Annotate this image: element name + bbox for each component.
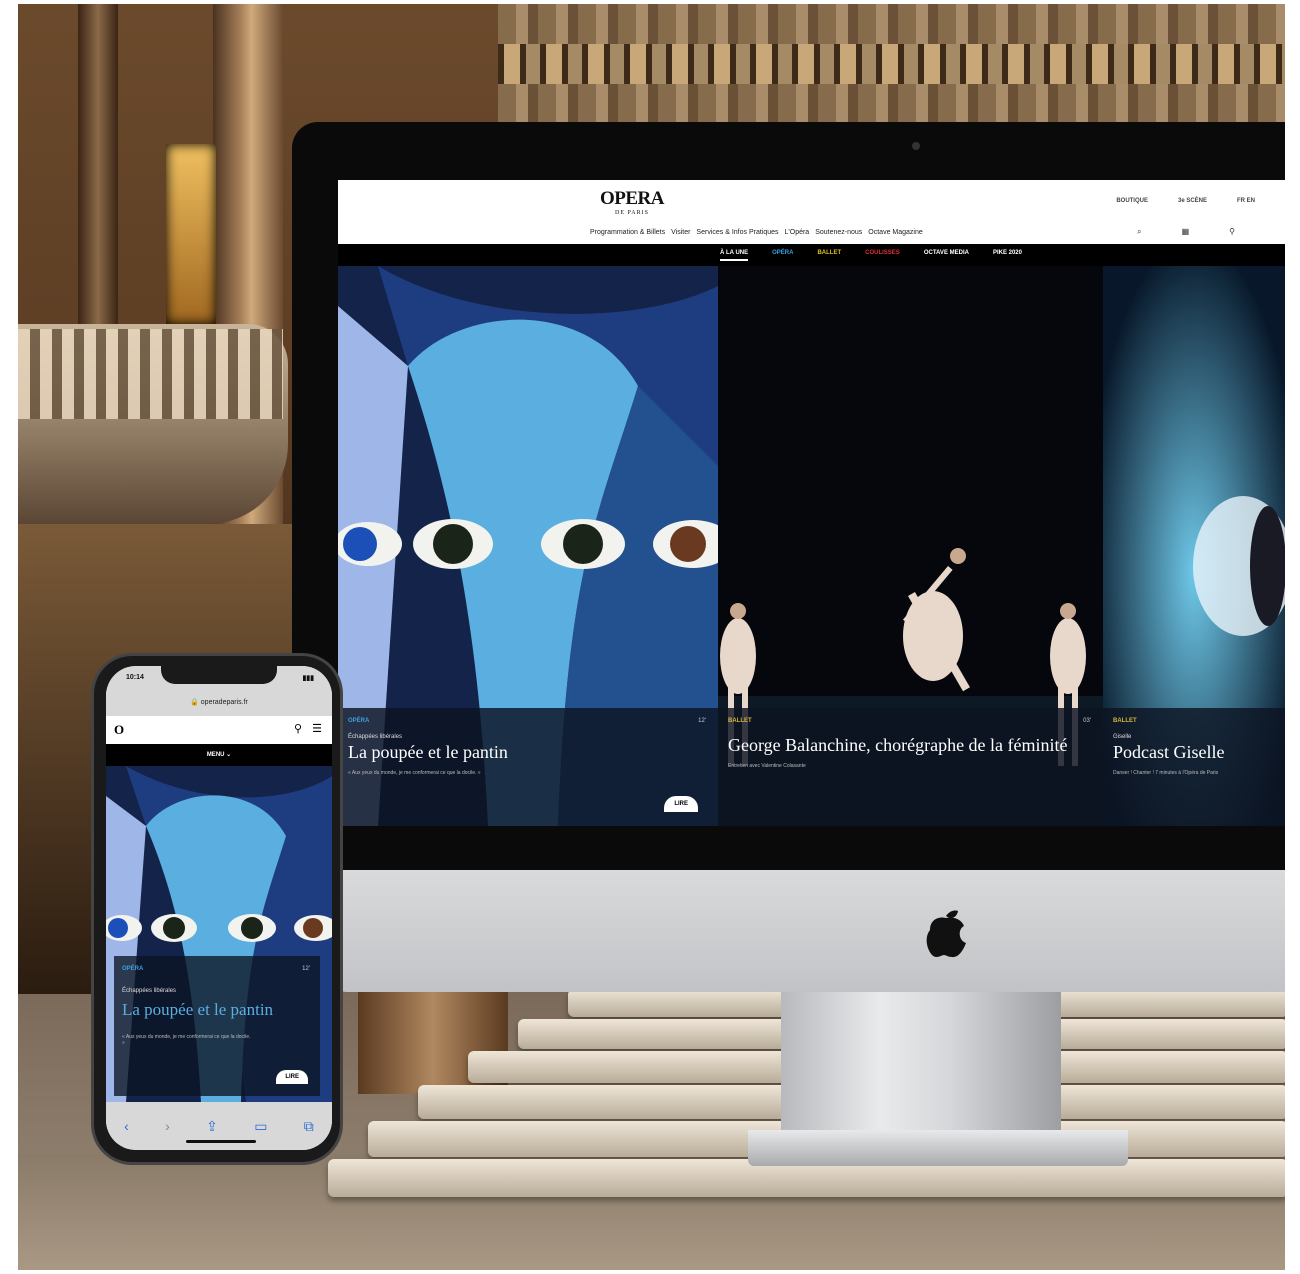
tabs-icon[interactable]: ⧉ xyxy=(304,1118,314,1135)
phone-screen: 10:14 ▮▮▮ 🔒 operadeparis.fr O ⚲ ☰ MENU ⌄ xyxy=(106,666,332,1150)
url-text: operadeparis.fr xyxy=(200,699,248,706)
tab-pike[interactable]: PIKE 2020 xyxy=(993,250,1022,261)
card-title: George Balanchine, chorégraphe de la fém… xyxy=(728,735,1068,755)
photo-scene: OPERA DE PARIS BOUTIQUE 3e SCÈNE FR EN P… xyxy=(18,4,1285,1270)
card-caption: OPÉRA Échappées libérales La poupée et l… xyxy=(338,708,718,826)
status-time: 10:14 xyxy=(126,674,144,681)
lit-window xyxy=(166,144,216,324)
read-time: 12' xyxy=(302,966,310,972)
nav-opera[interactable]: L'Opéra xyxy=(785,229,810,236)
card-quote: « Aux yeux du monde, je me conformerai c… xyxy=(348,770,481,776)
read-button[interactable]: LIRE xyxy=(276,1070,308,1084)
phone-menu-bar[interactable]: MENU ⌄ xyxy=(106,744,332,766)
home-indicator xyxy=(186,1140,256,1143)
phone-card-poupee[interactable]: OPÉRA 12' Échappées libérales La poupée … xyxy=(106,766,332,1102)
card-balanchine[interactable]: BALLET George Balanchine, chorégraphe de… xyxy=(718,266,1103,826)
card-quote: Danser ! Chanter ! 7 minutes à l'Opéra d… xyxy=(1113,770,1219,776)
lock-icon: 🔒 xyxy=(190,699,199,706)
calendar-icon[interactable]: ▦ xyxy=(1182,227,1190,237)
menu-label: MENU xyxy=(206,752,225,758)
logo-subtext: DE PARIS xyxy=(615,210,649,216)
read-time: 03' xyxy=(1083,718,1091,724)
imac-chin xyxy=(332,870,1285,992)
hamburger-icon[interactable]: ☰ xyxy=(312,722,322,735)
top-links: BOUTIQUE 3e SCÈNE FR EN xyxy=(1116,198,1255,204)
card-title: La poupée et le pantin xyxy=(122,1000,274,1019)
phone-logo-icon[interactable]: O xyxy=(114,722,124,738)
link-3e-scene[interactable]: 3e SCÈNE xyxy=(1178,198,1207,204)
nav-services[interactable]: Services & Infos Pratiques xyxy=(696,229,778,236)
card-subtitle: Giselle xyxy=(1113,734,1132,740)
card-caption: BALLET Giselle Podcast Giselle Danser ! … xyxy=(1103,708,1285,826)
imac-stand-base xyxy=(748,1130,1128,1166)
site-header: OPERA DE PARIS BOUTIQUE 3e SCÈNE FR EN P… xyxy=(338,180,1285,244)
link-boutique[interactable]: BOUTIQUE xyxy=(1116,198,1148,204)
category-nav: À LA UNE OPÉRA BALLET COULISSES OCTAVE M… xyxy=(720,250,1022,261)
card-category: BALLET xyxy=(1113,718,1137,724)
card-caption: BALLET George Balanchine, chorégraphe de… xyxy=(718,708,1103,826)
read-time: 12' xyxy=(698,718,706,724)
read-button[interactable]: LIRE xyxy=(664,796,698,812)
imac-stand xyxy=(781,992,1061,1132)
card-category: OPÉRA xyxy=(348,718,370,724)
nav-soutenez[interactable]: Soutenez-nous xyxy=(815,229,862,236)
logo-text: OPERA xyxy=(600,188,665,209)
tab-octave-media[interactable]: OCTAVE MEDIA xyxy=(924,250,969,261)
nav-octave[interactable]: Octave Magazine xyxy=(868,229,922,236)
main-nav: Programmation & Billets Visiter Services… xyxy=(590,229,923,236)
card-subtitle: Échappées libérales xyxy=(122,988,177,994)
card-poupee[interactable]: OPÉRA Échappées libérales La poupée et l… xyxy=(338,266,718,826)
tab-opera[interactable]: OPÉRA xyxy=(772,250,793,261)
camera-dot xyxy=(912,142,920,150)
url-bar[interactable]: 🔒 operadeparis.fr xyxy=(106,690,332,716)
battery-icon: ▮▮▮ xyxy=(302,675,314,682)
nav-visiter[interactable]: Visiter xyxy=(671,229,690,236)
nav-programmation[interactable]: Programmation & Billets xyxy=(590,229,665,236)
card-title: La poupée et le pantin xyxy=(348,742,508,762)
chevron-down-icon: ⌄ xyxy=(226,752,232,758)
website-screen: OPERA DE PARIS BOUTIQUE 3e SCÈNE FR EN P… xyxy=(338,180,1285,826)
language-switch[interactable]: FR EN xyxy=(1237,198,1255,204)
frieze-ornament xyxy=(498,44,1285,84)
card-quote: « Aux yeux du monde, je me conformerai c… xyxy=(122,1034,251,1046)
phone-notch xyxy=(161,666,277,684)
card-giselle[interactable]: BALLET Giselle Podcast Giselle Danser ! … xyxy=(1103,266,1285,826)
card-quote: Entretien avec Valentine Colasante xyxy=(728,763,806,769)
header-icons: ⌕ ▦ ⚲ xyxy=(1137,227,1235,237)
phone-site-header: O ⚲ ☰ xyxy=(106,716,332,744)
card-category: BALLET xyxy=(728,718,752,724)
card-category: OPÉRA xyxy=(122,966,144,972)
user-icon[interactable]: ⚲ xyxy=(294,722,302,735)
balustrade xyxy=(18,329,283,419)
share-icon[interactable]: ⇪ xyxy=(206,1118,218,1135)
user-icon[interactable]: ⚲ xyxy=(1229,227,1235,237)
back-icon[interactable]: ‹ xyxy=(124,1118,129,1134)
tab-a-la-une[interactable]: À LA UNE xyxy=(720,250,749,261)
apple-logo-icon xyxy=(926,910,966,958)
forward-icon[interactable]: › xyxy=(165,1118,170,1134)
tab-coulisses[interactable]: COULISSES xyxy=(865,250,900,261)
phone-card-caption: OPÉRA 12' Échappées libérales La poupée … xyxy=(114,956,320,1096)
opera-logo[interactable]: OPERA DE PARIS xyxy=(600,188,665,216)
bookmarks-icon[interactable]: ▭ xyxy=(254,1118,267,1135)
tab-ballet[interactable]: BALLET xyxy=(817,250,841,261)
card-title: Podcast Giselle xyxy=(1113,742,1225,762)
search-icon[interactable]: ⌕ xyxy=(1137,227,1141,237)
card-subtitle: Échappées libérales xyxy=(348,734,403,740)
